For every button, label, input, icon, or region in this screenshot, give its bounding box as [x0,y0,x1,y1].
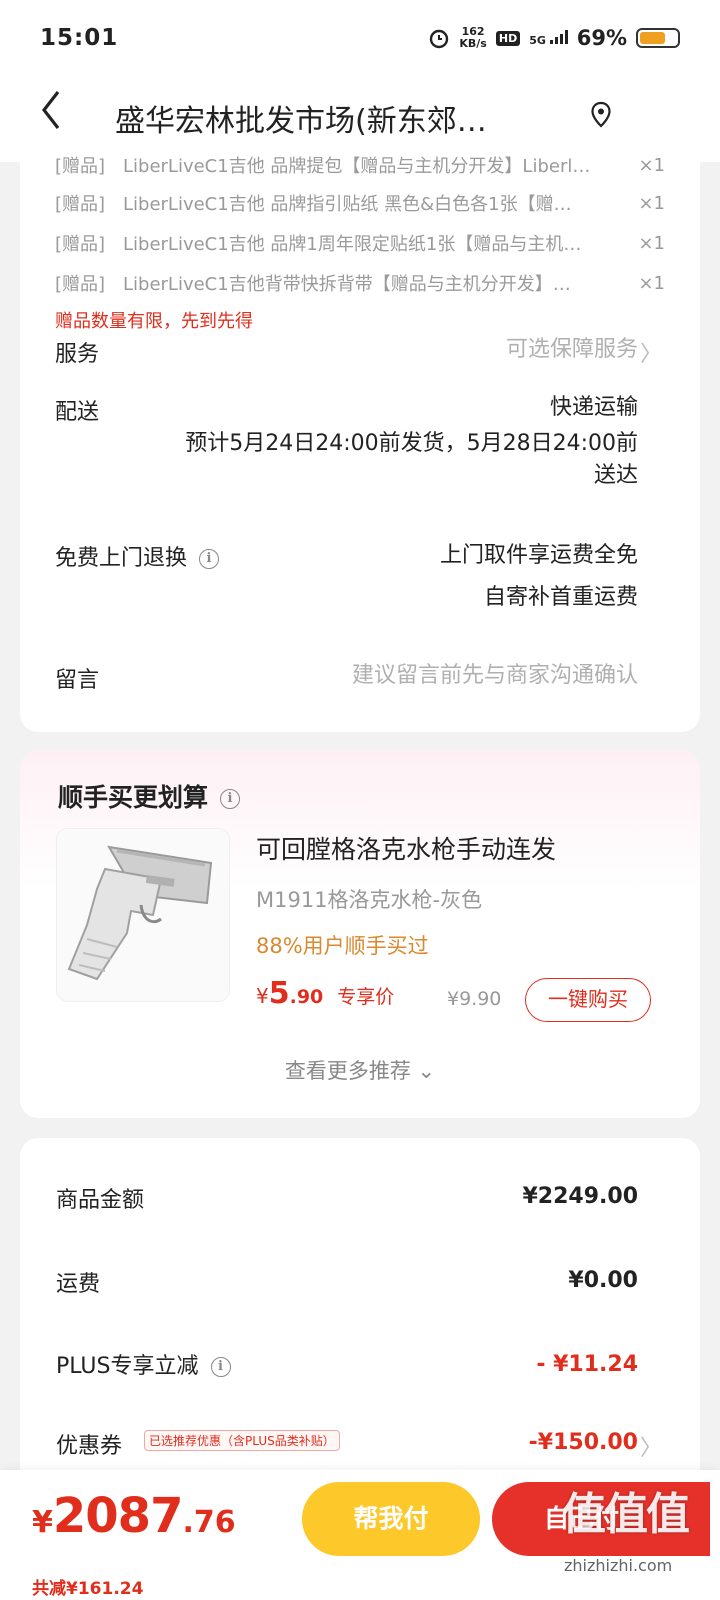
watermark: 值值值 zhizhizhi.com [562,1478,712,1596]
gift-tag: [赠品] [55,234,106,255]
original-price: ¥9.90 [447,988,502,1010]
info-icon[interactable]: i [210,1357,231,1377]
product-image[interactable] [56,828,230,1002]
info-icon[interactable]: i [220,789,241,809]
delivery-estimate-line1: 预计5月24日24:00前发货，5月28日24:00前 [185,431,638,456]
gift-name: LiberLiveC1吉他背带快拆背带【赠品与主机分开发】… [123,274,571,295]
signal-icon: 5G [529,29,568,47]
message-input[interactable]: 建议留言前先与商家沟通确认 [352,660,638,692]
battery-fill [640,32,665,44]
gift-qty: ×1 [638,154,665,176]
service-label: 服务 [55,342,100,367]
recommend-card: 顺手买更划算 i 可回膛格洛克水枪手动连发 M1911格洛克水枪-灰色 88%用户… [20,750,700,1118]
gift-name: LiberLiveC1吉他 品牌1周年限定贴纸1张【赠品与主机… [123,234,582,255]
network-speed-unit: KB/s [459,37,487,50]
gift-item: [赠品] LiberLiveC1吉他 品牌指引贴纸 黑色&白色各1张【赠… ×1 [55,188,665,218]
page-title: 盛华宏林批发市场(新东郊… [115,104,487,139]
shipping-value: ¥0.00 [568,1268,638,1293]
gift-item: [赠品] LiberLiveC1吉他 品牌提包【赠品与主机分开发】Liberl…… [55,150,665,180]
coupon-badge: 已选推荐优惠（含PLUS品类补贴） [144,1430,340,1451]
chevron-right-icon[interactable]: 〉 [640,1430,662,1462]
gift-tag: [赠品] [55,194,106,215]
back-icon[interactable] [38,88,64,143]
price-currency: ¥ [256,984,269,1008]
coupon-value[interactable]: -¥150.00 [529,1430,638,1455]
gift-item: [赠品] LiberLiveC1吉他 品牌1周年限定贴纸1张【赠品与主机… ×1 [55,228,665,258]
status-icons: 162 KB/s HD 5G 69% [428,26,680,50]
product-spec: M1911格洛克水枪-灰色 [256,888,483,912]
return-line1: 上门取件享运费全免 [439,543,638,568]
info-icon[interactable]: i [199,549,220,569]
plus-discount-label: PLUS专享立减 i [56,1348,231,1380]
watermark-url: zhizhizhi.com [564,1556,673,1575]
gift-name: LiberLiveC1吉他 品牌指引贴纸 黑色&白色各1张【赠… [123,194,572,215]
shipping-label: 运费 [56,1272,101,1297]
goods-amount-label: 商品金额 [56,1188,145,1213]
total-saved: 共减¥161.24 [32,1579,144,1599]
total-currency: ¥ [32,1505,53,1540]
gift-qty: ×1 [638,272,665,294]
one-click-buy-button[interactable]: 一键购买 [525,978,651,1022]
watermark-logo: 值值值 [562,1489,690,1540]
status-time: 15:01 [40,25,119,51]
delivery-method: 快递运输 [549,395,638,420]
return-detail: 上门取件享运费全免 自寄补首重运费 [440,540,638,614]
gift-qty: ×1 [638,232,665,254]
gift-qty: ×1 [638,192,665,214]
gift-tag: [赠品] [55,274,106,295]
alarm-icon [430,29,449,49]
price-integer: 5 [268,976,290,1011]
product-title[interactable]: 可回膛格洛克水枪手动连发 [256,830,556,866]
return-label: 免费上门退换 i [55,540,220,572]
gift-name: LiberLiveC1吉他 品牌提包【赠品与主机分开发】Liberl… [123,156,591,177]
return-label-text: 免费上门退换 [55,546,188,571]
battery-percent: 69% [576,26,627,50]
water-gun-image [57,829,229,1001]
total-decimal: .76 [182,1505,236,1540]
price-decimal: .90 [289,986,324,1008]
recommend-heading: 顺手买更划算 i [58,778,241,814]
delivery-estimate-line2: 送达 [593,463,638,488]
product-price: ¥ 5 .90 专享价 [256,976,394,1011]
recommend-heading-text: 顺手买更划算 [58,783,209,812]
message-label: 留言 [55,668,100,693]
gift-item: [赠品] LiberLiveC1吉他背带快拆背带【赠品与主机分开发】… ×1 [55,268,665,298]
gift-tag: [赠品] [55,156,106,177]
signal-bars-icon [549,29,568,44]
status-bar: 15:01 162 KB/s HD 5G 69% [0,0,720,76]
delivery-estimate: 预计5月24日24:00前发货，5月28日24:00前 送达 [185,428,638,492]
return-line2: 自寄补首重运费 [483,585,638,610]
more-recommend-link[interactable]: 查看更多推荐 ⌄ [20,1055,700,1085]
product-buyers: 88%用户顺手买过 [256,934,429,958]
plus-discount-value: - ¥11.24 [536,1352,638,1377]
chevron-right-icon[interactable]: 〉 [640,336,662,368]
price-tag: 专享价 [337,986,395,1008]
plus-discount-label-text: PLUS专享立减 [56,1354,199,1379]
service-option[interactable]: 可选保障服务 [506,334,638,366]
gift-note: 赠品数量有限，先到先得 [55,311,253,332]
total-integer: 2087 [52,1488,184,1544]
battery-icon [636,28,680,48]
goods-amount-value: ¥2249.00 [522,1184,638,1209]
order-info-card: [赠品] LiberLiveC1吉他 品牌提包【赠品与主机分开发】Liberl…… [20,150,700,732]
delivery-label: 配送 [55,400,100,425]
help-pay-button[interactable]: 帮我付 [302,1482,480,1556]
location-pin-icon[interactable] [590,101,612,135]
hd-icon: HD [495,30,521,46]
network-type: 5G [529,33,546,47]
total-price: ¥ 2087 .76 [32,1488,236,1544]
coupon-label: 优惠券 [56,1434,123,1459]
network-speed: 162 KB/s [459,26,486,50]
